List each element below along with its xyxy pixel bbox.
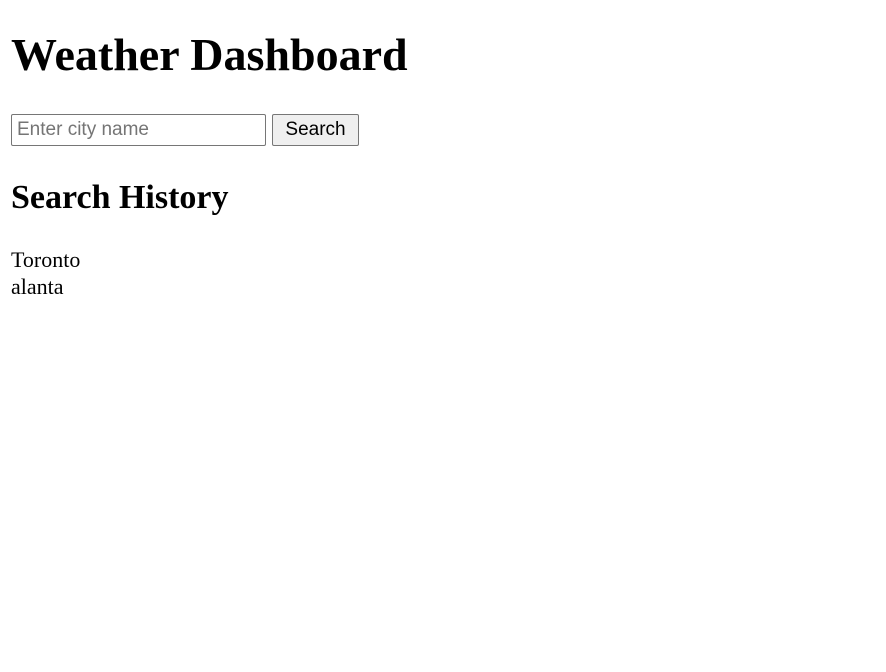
search-history-title: Search History [11,179,229,216]
page: Weather Dashboard Search Search History … [0,0,886,672]
search-history-list: Toronto alanta [11,246,875,300]
city-search-input[interactable] [11,114,266,146]
page-title: Weather Dashboard [11,29,408,80]
history-item-alanta[interactable]: alanta [11,273,875,300]
search-form: Search [11,114,875,146]
history-item-toronto[interactable]: Toronto [11,246,875,273]
search-button[interactable]: Search [272,114,359,146]
